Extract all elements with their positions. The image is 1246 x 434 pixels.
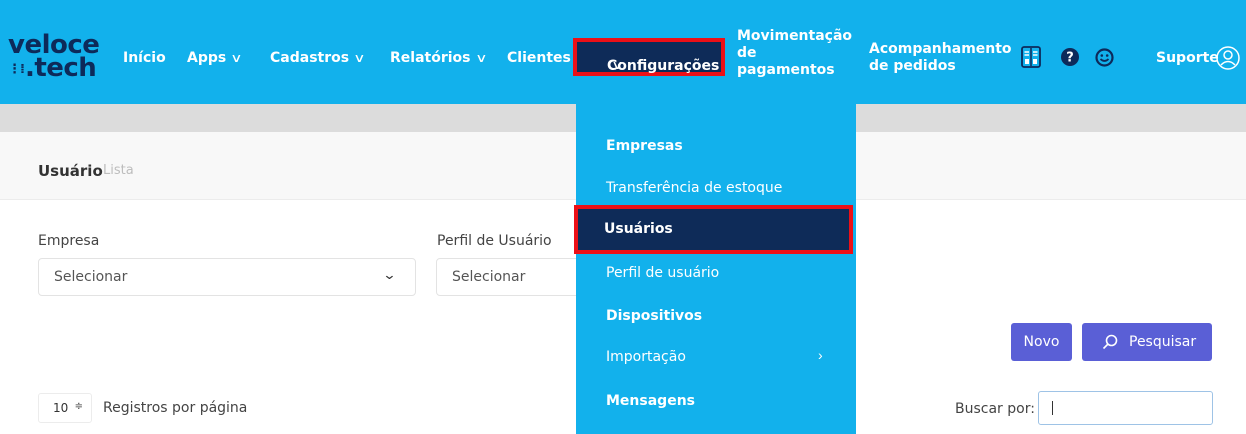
nav-acompanhamento-pedidos[interactable]: Acompanhamento de pedidos: [869, 41, 1012, 75]
page-subtitle: Lista: [103, 163, 134, 178]
nav-relatorios[interactable]: Relatórios ∨: [390, 50, 488, 66]
logo-dots: ⋮⁞: [8, 62, 25, 78]
nav-apps-label: Apps: [187, 50, 227, 66]
nav-cadastros[interactable]: Cadastros ∨: [270, 50, 366, 66]
menu-item-empresas[interactable]: Empresas: [606, 138, 683, 154]
empresa-select[interactable]: Selecionar ⌄: [38, 258, 416, 296]
user-circle-icon[interactable]: [1216, 46, 1240, 70]
menu-item-mensagens[interactable]: Mensagens: [606, 393, 695, 409]
logo-line2: .tech: [24, 53, 97, 84]
per-page-select[interactable]: 10 ≑: [38, 393, 92, 423]
per-page-label: Registros por página: [103, 400, 248, 416]
menu-item-usuarios-label: Usuários: [604, 221, 673, 237]
chevron-down-icon: ∨: [230, 51, 243, 65]
search-icon: [1102, 334, 1118, 350]
spinner-icon: ≑: [74, 401, 83, 412]
perfil-select-value: Selecionar: [452, 269, 526, 285]
chevron-down-icon: ∨: [474, 51, 488, 65]
chevron-down-icon: ∨: [611, 58, 624, 72]
nav-movimentacao-pagamentos[interactable]: Movimentação de pagamentos: [737, 28, 852, 79]
pesquisar-label: Pesquisar: [1129, 334, 1197, 350]
empresa-label: Empresa: [38, 233, 100, 249]
nav-apps[interactable]: Apps ∨: [187, 50, 243, 66]
svg-text:?: ?: [1066, 51, 1074, 66]
novo-button[interactable]: Novo: [1011, 323, 1072, 361]
text-cursor: [1052, 401, 1053, 415]
page-title: Usuário: [38, 162, 103, 180]
nav-cadastros-label: Cadastros: [270, 50, 350, 66]
question-circle-icon[interactable]: ?: [1061, 48, 1079, 66]
menu-item-usuarios[interactable]: Usuários: [574, 205, 853, 254]
nav-configuracoes-label: Configurações: [607, 58, 720, 74]
chevron-down-icon: ∨: [353, 51, 366, 65]
empresa-select-value: Selecionar: [54, 269, 128, 285]
nav-configuracoes[interactable]: Configurações ∨: [573, 38, 725, 76]
nav-relatorios-label: Relatórios: [390, 50, 471, 66]
smile-icon[interactable]: [1095, 48, 1114, 67]
nav-inicio[interactable]: Início: [123, 50, 166, 66]
menu-item-perfil-usuario[interactable]: Perfil de usuário: [606, 265, 719, 281]
menu-item-dispositivos[interactable]: Dispositivos: [606, 308, 702, 324]
search-input[interactable]: [1038, 391, 1213, 425]
pesquisar-button[interactable]: Pesquisar: [1082, 323, 1212, 361]
search-label: Buscar por:: [955, 401, 1035, 417]
perfil-select[interactable]: Selecionar: [436, 258, 586, 296]
nav-suporte[interactable]: Suporte: [1156, 50, 1219, 66]
book-icon[interactable]: [1021, 46, 1041, 68]
per-page-value: 10: [53, 401, 69, 415]
menu-item-transferencia-estoque[interactable]: Transferência de estoque: [606, 180, 782, 196]
chevron-right-icon: ›: [818, 347, 823, 363]
nav-clientes[interactable]: Clientes: [507, 50, 571, 66]
perfil-label: Perfil de Usuário: [437, 233, 552, 249]
veloce-logo[interactable]: veloce ⋮⁞.tech: [8, 32, 100, 84]
chevron-down-icon: ⌄: [382, 268, 397, 283]
menu-item-importacao[interactable]: Importação: [606, 349, 686, 365]
